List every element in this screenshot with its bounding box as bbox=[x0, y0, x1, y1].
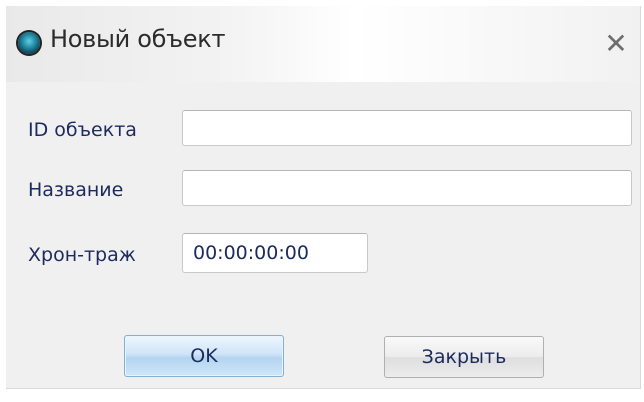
close-icon[interactable]: ✕ bbox=[600, 28, 632, 60]
chrono-label: Хрон-траж bbox=[28, 244, 136, 266]
app-orb-icon bbox=[18, 32, 40, 54]
window: Новый объект ✕ ID объекта Название Хрон-… bbox=[0, 0, 644, 402]
title-bar[interactable]: Новый объект ✕ bbox=[6, 6, 640, 82]
dialog-title: Новый объект bbox=[50, 25, 226, 53]
chrono-input[interactable] bbox=[182, 233, 368, 273]
name-input[interactable] bbox=[182, 170, 632, 206]
object-id-label: ID объекта bbox=[28, 119, 137, 141]
name-label: Название bbox=[28, 179, 124, 201]
new-object-dialog: Новый объект ✕ ID объекта Название Хрон-… bbox=[6, 6, 641, 389]
object-id-input[interactable] bbox=[182, 110, 632, 146]
ok-button[interactable]: OK bbox=[124, 335, 284, 377]
close-button[interactable]: Закрыть bbox=[384, 336, 544, 378]
